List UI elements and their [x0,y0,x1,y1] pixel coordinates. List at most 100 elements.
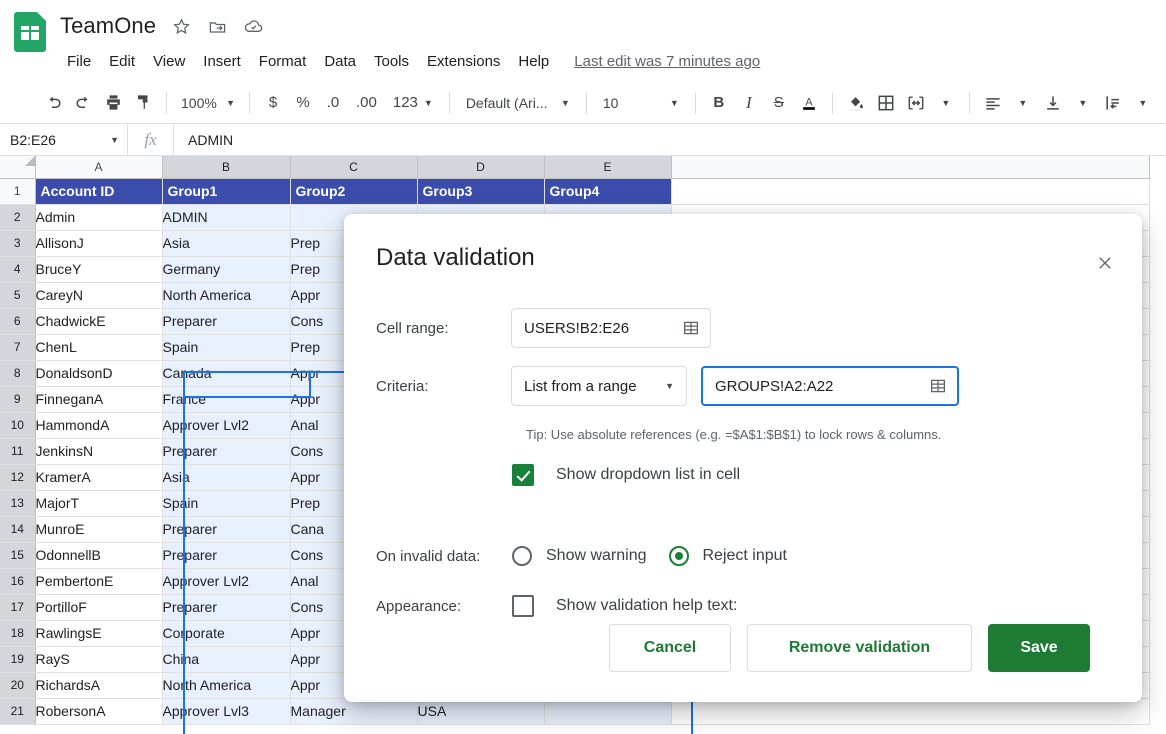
criteria-range-input[interactable]: GROUPS!A2:A22 [701,366,959,406]
cell-d1[interactable]: Group3 [417,178,545,205]
cell-a6[interactable]: ChadwickE [35,308,163,335]
column-header-a[interactable]: A [35,156,163,179]
cell-a1[interactable]: Account ID [35,178,163,205]
menu-edit[interactable]: Edit [100,50,144,73]
range-picker-icon[interactable] [682,319,700,337]
select-all-corner[interactable] [0,156,36,179]
bold-button[interactable]: B [704,88,734,118]
borders-icon[interactable] [871,88,901,118]
row-header-15[interactable]: 15 [0,542,36,569]
row-header-17[interactable]: 17 [0,594,36,621]
cell-b8[interactable]: Canada [162,360,291,387]
text-wrap-icon[interactable] [1098,88,1128,118]
row-header-16[interactable]: 16 [0,568,36,595]
cell-a12[interactable]: KramerA [35,464,163,491]
fill-color-icon[interactable] [841,88,871,118]
cell-a13[interactable]: MajorT [35,490,163,517]
cell-f1[interactable] [671,178,1150,205]
column-header-e[interactable]: E [544,156,672,179]
cell-b16[interactable]: Approver Lvl2 [162,568,291,595]
cell-a7[interactable]: ChenL [35,334,163,361]
save-button[interactable]: Save [988,624,1090,672]
show-help-text-checkbox[interactable] [512,595,534,617]
font-family-select[interactable]: Default (Ari... ▼ [458,88,578,118]
cell-b20[interactable]: North America [162,672,291,699]
cell-b2[interactable]: ADMIN [162,204,291,231]
cell-b12[interactable]: Asia [162,464,291,491]
cell-b5[interactable]: North America [162,282,291,309]
cell-a16[interactable]: PembertonE [35,568,163,595]
horizontal-align-dropdown-icon[interactable]: ▼ [1008,88,1038,118]
row-header-10[interactable]: 10 [0,412,36,439]
cell-a18[interactable]: RawlingsE [35,620,163,647]
row-header-19[interactable]: 19 [0,646,36,673]
cell-b18[interactable]: Corporate [162,620,291,647]
cell-b17[interactable]: Preparer [162,594,291,621]
radio-show-warning[interactable] [512,546,532,566]
row-header-4[interactable]: 4 [0,256,36,283]
italic-button[interactable]: I [734,88,764,118]
cell-c1[interactable]: Group2 [290,178,418,205]
menu-help[interactable]: Help [509,50,558,73]
cell-a11[interactable]: JenkinsN [35,438,163,465]
close-icon[interactable] [1090,248,1120,278]
cell-b14[interactable]: Preparer [162,516,291,543]
row-header-21[interactable]: 21 [0,698,36,725]
cell-a14[interactable]: MunroE [35,516,163,543]
row-header-3[interactable]: 3 [0,230,36,257]
cell-a9[interactable]: FinneganA [35,386,163,413]
cell-b4[interactable]: Germany [162,256,291,283]
row-header-13[interactable]: 13 [0,490,36,517]
row-header-14[interactable]: 14 [0,516,36,543]
cell-b3[interactable]: Asia [162,230,291,257]
row-header-6[interactable]: 6 [0,308,36,335]
cell-a3[interactable]: AllisonJ [35,230,163,257]
undo-icon[interactable] [38,88,68,118]
menu-view[interactable]: View [144,50,194,73]
cell-a2[interactable]: Admin [35,204,163,231]
cell-a17[interactable]: PortilloF [35,594,163,621]
row-header-11[interactable]: 11 [0,438,36,465]
cell-b15[interactable]: Preparer [162,542,291,569]
cell-a21[interactable]: RobersonA [35,698,163,725]
text-color-icon[interactable]: A [794,88,824,118]
cloud-saved-icon[interactable] [242,15,264,37]
cell-a10[interactable]: HammondA [35,412,163,439]
column-header-f[interactable] [671,156,1150,179]
row-header-8[interactable]: 8 [0,360,36,387]
row-header-20[interactable]: 20 [0,672,36,699]
merge-dropdown-icon[interactable]: ▼ [931,88,961,118]
cell-a20[interactable]: RichardsA [35,672,163,699]
show-dropdown-checkbox[interactable] [512,464,534,486]
increase-decimal-button[interactable]: .00 [348,88,385,118]
remove-validation-button[interactable]: Remove validation [747,624,972,672]
cell-a8[interactable]: DonaldsonD [35,360,163,387]
cell-a15[interactable]: OdonnellB [35,542,163,569]
cell-b9[interactable]: France [162,386,291,413]
cell-e1[interactable]: Group4 [544,178,672,205]
text-wrap-dropdown-icon[interactable]: ▼ [1128,88,1158,118]
cell-a4[interactable]: BruceY [35,256,163,283]
row-header-18[interactable]: 18 [0,620,36,647]
row-header-5[interactable]: 5 [0,282,36,309]
column-header-c[interactable]: C [290,156,418,179]
last-edit-link[interactable]: Last edit was 7 minutes ago [574,53,760,70]
menu-file[interactable]: File [58,50,100,73]
vertical-align-icon[interactable] [1038,88,1068,118]
menu-tools[interactable]: Tools [365,50,418,73]
horizontal-align-icon[interactable] [978,88,1008,118]
currency-format-button[interactable]: $ [258,88,288,118]
cell-b6[interactable]: Preparer [162,308,291,335]
menu-insert[interactable]: Insert [194,50,250,73]
radio-reject-input[interactable] [668,546,689,566]
cell-b7[interactable]: Spain [162,334,291,361]
zoom-control[interactable]: 100% ▼ [175,88,241,118]
cell-a19[interactable]: RayS [35,646,163,673]
cell-b21[interactable]: Approver Lvl3 [162,698,291,725]
paint-format-icon[interactable] [128,88,158,118]
move-to-folder-icon[interactable] [206,15,228,37]
menu-format[interactable]: Format [250,50,316,73]
percent-format-button[interactable]: % [288,88,318,118]
range-picker-icon[interactable] [929,377,947,395]
font-size-select[interactable]: 10 ▼ [595,88,687,118]
